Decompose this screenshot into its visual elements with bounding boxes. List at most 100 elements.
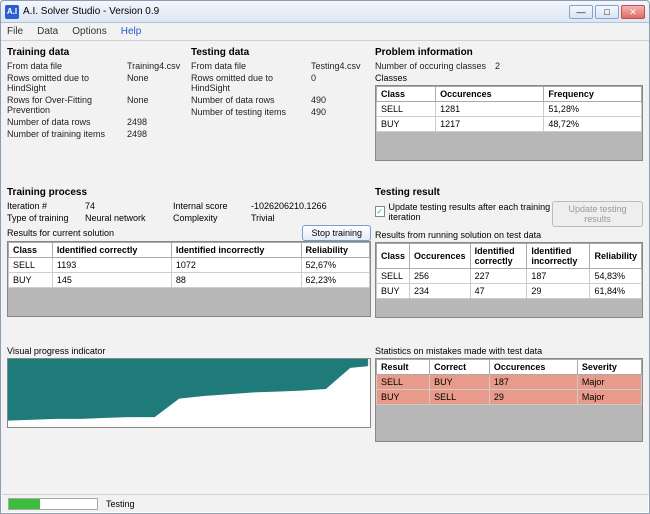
- testing-data-value-1: 0: [311, 73, 371, 93]
- col-header[interactable]: Reliability: [301, 242, 370, 257]
- training-data-value-1: None: [127, 73, 187, 93]
- col-header[interactable]: Identified incorrectly: [171, 242, 301, 257]
- testing-data-label-1: Rows omitted due to HindSight: [191, 73, 311, 93]
- training-results-table-wrap: ClassIdentified correctlyIdentified inco…: [7, 241, 371, 317]
- score-label: Internal score: [173, 201, 243, 211]
- menu-data[interactable]: Data: [37, 26, 58, 37]
- col-header[interactable]: Result: [377, 359, 430, 374]
- col-header[interactable]: Class: [9, 242, 53, 257]
- table-cell: 62,23%: [301, 272, 370, 287]
- col-header[interactable]: Occurences: [410, 243, 471, 268]
- training-data-value-3: 2498: [127, 117, 187, 127]
- table-row[interactable]: BUYSELL29Major: [377, 389, 642, 404]
- col-header[interactable]: Correct: [430, 359, 490, 374]
- training-data-label-4: Number of training items: [7, 129, 127, 139]
- testing-data-label-0: From data file: [191, 61, 311, 71]
- app-icon: A.I: [5, 5, 19, 19]
- col-header[interactable]: Occurences: [436, 87, 544, 102]
- col-header[interactable]: Reliability: [590, 243, 642, 268]
- iteration-label: Iteration #: [7, 201, 77, 211]
- results-label: Results for current solution: [7, 228, 114, 238]
- update-checkbox-row: ✓ Update testing results after each trai…: [375, 202, 552, 222]
- update-checkbox-label: Update testing results after each traini…: [389, 202, 553, 222]
- table-cell: 48,72%: [544, 117, 642, 132]
- visual-progress-chart: [7, 358, 371, 428]
- testing-data-section: Testing data From data fileTesting4.csvR…: [191, 47, 371, 183]
- problem-info-title: Problem information: [375, 47, 643, 58]
- testing-data-title: Testing data: [191, 47, 371, 58]
- maximize-button[interactable]: □: [595, 5, 619, 19]
- iteration-value: 74: [85, 201, 165, 211]
- col-header[interactable]: Severity: [577, 359, 641, 374]
- table-row[interactable]: SELL25622718754,83%: [377, 268, 642, 283]
- classes-label: Classes: [375, 73, 643, 83]
- testing-result-section: Testing result ✓ Update testing results …: [375, 187, 643, 340]
- titlebar[interactable]: A.I A.I. Solver Studio - Version 0.9 — □…: [1, 1, 649, 23]
- training-data-title: Training data: [7, 47, 187, 58]
- classes-table-wrap: ClassOccurencesFrequency SELL128151,28%B…: [375, 85, 643, 161]
- training-data-label-0: From data file: [7, 61, 127, 71]
- table-row[interactable]: BUY121748,72%: [377, 117, 642, 132]
- table-cell: 29: [527, 283, 590, 298]
- training-data-value-2: None: [127, 95, 187, 115]
- table-cell: 54,83%: [590, 268, 642, 283]
- complexity-value: Trivial: [251, 213, 275, 223]
- close-button[interactable]: ✕: [621, 5, 645, 19]
- test-results-table-wrap: ClassOccurencesIdentified correctlyIdent…: [375, 242, 643, 318]
- minimize-button[interactable]: —: [569, 5, 593, 19]
- table-row[interactable]: SELL128151,28%: [377, 102, 642, 117]
- col-header[interactable]: Occurences: [489, 359, 577, 374]
- table-row[interactable]: SELLBUY187Major: [377, 374, 642, 389]
- table-row[interactable]: BUY1458862,23%: [9, 272, 370, 287]
- table-cell: SELL: [430, 389, 490, 404]
- table-cell: SELL: [377, 268, 410, 283]
- table-row[interactable]: BUY234472961,84%: [377, 283, 642, 298]
- table-cell: BUY: [430, 374, 490, 389]
- score-value: -1026206210.1266: [251, 201, 327, 211]
- col-header[interactable]: Class: [377, 243, 410, 268]
- table-cell: 187: [489, 374, 577, 389]
- table-cell: BUY: [9, 272, 53, 287]
- training-data-label-2: Rows for Over-Fitting Prevention: [7, 95, 127, 115]
- visual-progress-section: Visual progress indicator: [7, 344, 371, 464]
- table-row[interactable]: SELL1193107252,67%: [9, 257, 370, 272]
- test-results-label: Results from running solution on test da…: [375, 230, 643, 240]
- mistake-stats-table-wrap: ResultCorrectOccurencesSeverity SELLBUY1…: [375, 358, 643, 442]
- update-checkbox[interactable]: ✓: [375, 206, 385, 217]
- mistake-stats-table: ResultCorrectOccurencesSeverity SELLBUY1…: [376, 359, 642, 405]
- num-classes-value: 2: [495, 61, 643, 71]
- table-cell: Major: [577, 374, 641, 389]
- table-cell: 51,28%: [544, 102, 642, 117]
- table-cell: 1193: [52, 257, 171, 272]
- type-value: Neural network: [85, 213, 165, 223]
- complexity-label: Complexity: [173, 213, 243, 223]
- stop-training-button[interactable]: Stop training: [302, 225, 371, 241]
- training-data-value-4: 2498: [127, 129, 187, 139]
- num-classes-label: Number of occuring classes: [375, 61, 495, 71]
- training-data-label-1: Rows omitted due to HindSight: [7, 73, 127, 93]
- update-results-button[interactable]: Update testing results: [552, 201, 643, 227]
- window-title: A.I. Solver Studio - Version 0.9: [23, 6, 567, 17]
- mistake-stats-section: Statistics on mistakes made with test da…: [375, 344, 643, 464]
- table-cell: BUY: [377, 389, 430, 404]
- table-cell: 88: [171, 272, 301, 287]
- menu-file[interactable]: File: [7, 26, 23, 37]
- testing-result-title: Testing result: [375, 187, 643, 198]
- progress-bar: [8, 498, 98, 510]
- col-header[interactable]: Frequency: [544, 87, 642, 102]
- table-cell: SELL: [377, 102, 436, 117]
- menu-help[interactable]: Help: [121, 26, 142, 37]
- training-results-table: ClassIdentified correctlyIdentified inco…: [8, 242, 370, 288]
- table-cell: 29: [489, 389, 577, 404]
- visual-progress-title: Visual progress indicator: [7, 346, 371, 356]
- status-text: Testing: [106, 499, 135, 509]
- col-header[interactable]: Class: [377, 87, 436, 102]
- menu-options[interactable]: Options: [72, 26, 106, 37]
- table-cell: 61,84%: [590, 283, 642, 298]
- col-header[interactable]: Identified correctly: [470, 243, 527, 268]
- testing-data-label-3: Number of testing items: [191, 107, 311, 117]
- table-cell: 234: [410, 283, 471, 298]
- col-header[interactable]: Identified incorrectly: [527, 243, 590, 268]
- testing-data-value-2: 490: [311, 95, 371, 105]
- col-header[interactable]: Identified correctly: [52, 242, 171, 257]
